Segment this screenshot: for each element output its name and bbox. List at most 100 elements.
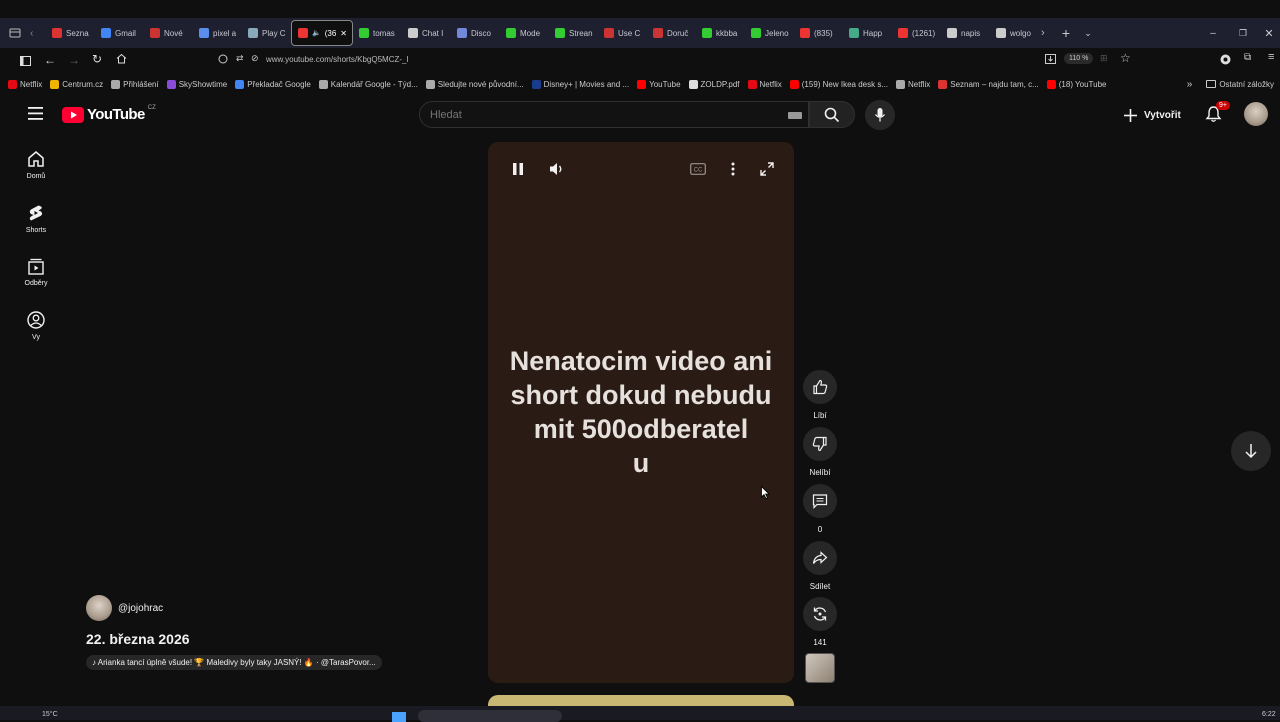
bookmark-item[interactable]: SkyShowtime bbox=[166, 79, 227, 89]
site-permissions-icon[interactable]: ⇄ bbox=[236, 53, 244, 64]
other-bookmarks-folder[interactable]: Ostatní záložky bbox=[1206, 80, 1274, 89]
browser-tab[interactable]: kkbba bbox=[696, 20, 745, 46]
browser-tab[interactable]: (1261) bbox=[892, 20, 941, 46]
create-button[interactable]: Vytvořit bbox=[1124, 103, 1181, 127]
youtube-logo[interactable]: YouTube CZ bbox=[62, 105, 156, 123]
window-close-button[interactable]: ✕ bbox=[1258, 27, 1280, 40]
start-icon[interactable] bbox=[392, 712, 406, 722]
bookmark-item[interactable]: (159) New Ikea desk s... bbox=[789, 79, 888, 89]
browser-tab[interactable]: Disco bbox=[451, 20, 500, 46]
browser-tab[interactable]: Chat I bbox=[402, 20, 451, 46]
tab-list-icon[interactable]: ⌄ bbox=[1077, 28, 1099, 39]
tab-favicon-icon bbox=[150, 28, 160, 38]
search-field[interactable] bbox=[419, 101, 809, 128]
like-button[interactable]: Líbí bbox=[801, 370, 839, 420]
bookmark-item[interactable]: Seznam – najdu tam, c... bbox=[938, 79, 1039, 89]
channel-avatar[interactable] bbox=[86, 595, 112, 621]
sound-thumbnail[interactable] bbox=[805, 653, 835, 683]
browser-tab[interactable]: tomas bbox=[353, 20, 402, 46]
bookmark-item[interactable]: Kalendář Google - Týd... bbox=[318, 79, 418, 89]
bookmark-item[interactable]: Sledujte nové původní... bbox=[425, 79, 524, 89]
browser-tab[interactable]: Use C bbox=[598, 20, 647, 46]
tab-audio-icon[interactable]: 🔈 bbox=[312, 29, 321, 37]
tab-close-icon[interactable]: ✕ bbox=[340, 29, 347, 38]
browser-tab[interactable]: Mode bbox=[500, 20, 549, 46]
browser-tab[interactable]: napis bbox=[941, 20, 990, 46]
bookmark-star-icon[interactable]: ☆ bbox=[1120, 51, 1131, 65]
tab-scroll-right-icon[interactable]: › bbox=[1041, 27, 1055, 39]
bookmark-item[interactable]: Překladač Google bbox=[235, 79, 311, 89]
home-browser-icon[interactable] bbox=[116, 53, 127, 64]
browser-tab[interactable]: 🔈 (36 ✕ bbox=[291, 20, 353, 46]
captions-button[interactable]: CC bbox=[684, 156, 712, 182]
sidebar-item-home[interactable]: Domů bbox=[14, 150, 58, 180]
bookmark-item[interactable]: Disney+ | Movies and ... bbox=[531, 79, 629, 89]
avatar[interactable] bbox=[1244, 102, 1268, 126]
reading-mode-icon[interactable]: ⊞ bbox=[1100, 53, 1108, 64]
browser-tab[interactable]: (835) bbox=[794, 20, 843, 46]
browser-tab[interactable]: Doruč bbox=[647, 20, 696, 46]
dislike-button[interactable]: Nelíbí bbox=[801, 427, 839, 477]
sidebar-item-you[interactable]: Vy bbox=[14, 311, 58, 341]
tab-scroll-left-icon[interactable]: ‹ bbox=[30, 28, 46, 39]
browser-tab[interactable]: Strean bbox=[549, 20, 598, 46]
bookmark-item[interactable]: YouTube bbox=[637, 79, 681, 89]
url-field[interactable]: www.youtube.com/shorts/KbgQ5MCZ-_I bbox=[266, 55, 409, 64]
share-button[interactable]: Sdílet bbox=[801, 541, 839, 591]
tab-actions-icon[interactable] bbox=[0, 27, 30, 39]
sidebar-item-shorts[interactable]: Shorts bbox=[14, 204, 58, 234]
bookmark-item[interactable]: Přihlášení bbox=[111, 79, 159, 89]
install-app-icon[interactable] bbox=[1045, 54, 1056, 64]
site-info-icon[interactable] bbox=[218, 54, 228, 64]
extension-icon[interactable] bbox=[1220, 54, 1231, 65]
weather-widget[interactable]: 15°C bbox=[42, 711, 58, 718]
new-tab-button[interactable]: + bbox=[1055, 25, 1077, 41]
bookmark-label: YouTube bbox=[649, 79, 681, 89]
pause-button[interactable] bbox=[504, 156, 532, 182]
browser-menu-icon[interactable]: ≡ bbox=[1268, 51, 1274, 63]
guide-menu-icon[interactable] bbox=[28, 107, 44, 120]
more-bookmarks-icon[interactable]: » bbox=[1187, 79, 1193, 90]
shorts-video-player[interactable]: CC Nenatocim video ani short dokud nebud… bbox=[488, 142, 794, 683]
browser-tab[interactable]: Sezna bbox=[46, 20, 95, 46]
browser-tab[interactable]: Nové bbox=[144, 20, 193, 46]
browser-tab[interactable]: Gmail bbox=[95, 20, 144, 46]
tab-label: tomas bbox=[373, 28, 395, 38]
browser-tab[interactable]: Play C bbox=[242, 20, 291, 46]
search-input[interactable] bbox=[430, 107, 770, 123]
more-options-button[interactable] bbox=[719, 156, 747, 182]
fullscreen-button[interactable] bbox=[753, 156, 781, 182]
bookmarks-bar: Netflix Centrum.cz Přihlášení SkyShowtime Př… bbox=[0, 74, 1280, 94]
bookmark-item[interactable]: Netflix bbox=[896, 79, 930, 89]
taskbar-search[interactable] bbox=[418, 710, 562, 722]
sidebar-item-subscriptions[interactable]: Odběry bbox=[14, 258, 58, 287]
sidebar-toggle-icon[interactable] bbox=[20, 56, 31, 66]
channel-handle[interactable]: @jojohrac bbox=[118, 603, 163, 614]
forward-icon[interactable]: → bbox=[68, 53, 80, 67]
bookmark-item[interactable]: (18) YouTube bbox=[1046, 79, 1107, 89]
search-button[interactable] bbox=[809, 101, 855, 128]
browser-tab[interactable]: Happ bbox=[843, 20, 892, 46]
keyboard-icon[interactable] bbox=[788, 112, 802, 119]
browser-tab[interactable]: Jeleno bbox=[745, 20, 794, 46]
window-minimize-button[interactable]: – bbox=[1198, 28, 1228, 39]
voice-search-button[interactable] bbox=[865, 100, 895, 130]
subscriptions-icon bbox=[28, 258, 44, 275]
remix-button[interactable]: 141 bbox=[801, 597, 839, 647]
volume-button[interactable] bbox=[543, 156, 571, 182]
notifications-button[interactable]: 9+ bbox=[1205, 101, 1230, 125]
reload-icon[interactable]: ↻ bbox=[92, 52, 102, 66]
back-icon[interactable]: ← bbox=[44, 53, 56, 67]
bookmark-item[interactable]: Centrum.cz bbox=[50, 79, 103, 89]
music-pill[interactable]: ♪ Arianka tancí úplně všude! 🏆 Maledivy … bbox=[86, 655, 382, 670]
browser-tab[interactable]: pixel a bbox=[193, 20, 242, 46]
extensions-puzzle-icon[interactable]: ⧉ bbox=[1244, 52, 1251, 63]
bookmark-item[interactable]: ZOLDP.pdf bbox=[688, 79, 740, 89]
window-restore-button[interactable]: ❐ bbox=[1228, 28, 1258, 39]
bookmark-item[interactable]: Netflix bbox=[747, 79, 782, 89]
bookmark-item[interactable]: Netflix bbox=[8, 79, 42, 89]
browser-tab[interactable]: wolgo bbox=[990, 20, 1039, 46]
comments-button[interactable]: 0 bbox=[801, 484, 839, 534]
next-short-button[interactable] bbox=[1231, 431, 1271, 471]
zoom-indicator[interactable]: 110 % bbox=[1064, 53, 1094, 64]
